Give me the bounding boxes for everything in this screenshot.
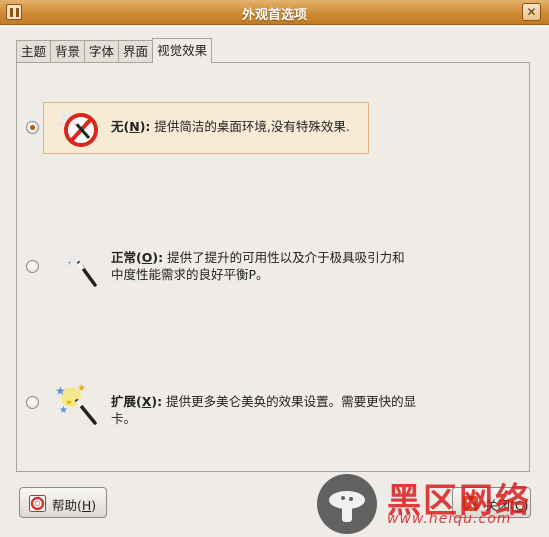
option-none-text: 无(N): 提供简洁的桌面环境,没有特殊效果. — [111, 118, 441, 135]
title-bar[interactable]: 外观首选项 ✕ — [0, 0, 549, 25]
tab-theme[interactable]: 主题 — [16, 40, 51, 63]
radio-extended[interactable] — [26, 396, 39, 409]
window-close-button[interactable]: ✕ — [522, 3, 541, 21]
option-normal-text: 正常(O): 提供了提升的可用性以及介于极具吸引力和 中度性能需求的良好平衡P。 — [111, 249, 441, 283]
window-title: 外观首选项 — [241, 8, 307, 23]
tab-bar: 主题 背景 字体 界面 视觉效果 — [16, 38, 213, 63]
svg-text:★: ★ — [65, 398, 73, 408]
tab-visual-effects[interactable]: 视觉效果 — [152, 38, 213, 63]
radio-none[interactable] — [26, 121, 39, 134]
option-normal-description-line2: 中度性能需求的良好平衡P。 — [111, 267, 269, 282]
tab-background[interactable]: 背景 — [50, 40, 85, 63]
magic-wand-sparkles-icon: ★ ★ ★ ★ — [51, 379, 101, 427]
help-button-label: 帮助(H) — [52, 498, 97, 513]
help-lifebuoy-icon — [29, 495, 46, 512]
svg-text:★: ★ — [77, 383, 86, 394]
option-normal-label: 正常(O): — [111, 250, 164, 265]
option-extended-label: 扩展(X): — [111, 394, 163, 409]
svg-text:✦: ✦ — [67, 260, 72, 267]
option-extended[interactable]: ★ ★ ★ ★ 扩展(X): 提供更多美仑美奂的效果设置。需要更快的显卡。 — [17, 377, 527, 429]
visual-effects-panel: 无(N): 提供简洁的桌面环境,没有特殊效果. ✦ 正常(O): 提供了提升的可… — [16, 62, 530, 472]
svg-text:★: ★ — [55, 384, 66, 398]
option-none-description: 提供简洁的桌面环境,没有特殊效果. — [154, 119, 350, 134]
watermark-logo-icon — [317, 474, 377, 534]
option-extended-text: 扩展(X): 提供更多美仑美奂的效果设置。需要更快的显卡。 — [111, 393, 441, 427]
help-button[interactable]: 帮助(H) — [19, 487, 107, 518]
no-effects-icon — [51, 104, 101, 152]
watermark-url: www.heiqu.com — [387, 511, 512, 527]
watermark: 黑区网络 www.heiqu.com — [315, 471, 549, 537]
option-normal-description-line1: 提供了提升的可用性以及介于极具吸引力和 — [167, 250, 405, 265]
option-normal[interactable]: ✦ 正常(O): 提供了提升的可用性以及介于极具吸引力和 中度性能需求的良好平衡… — [17, 241, 527, 293]
radio-normal[interactable] — [26, 260, 39, 273]
magic-wand-icon: ✦ — [51, 243, 101, 291]
appearance-preferences-window: 外观首选项 ✕ 主题 背景 字体 界面 视觉效果 无(N): 提供简洁的桌面环境… — [0, 0, 549, 537]
tab-interface[interactable]: 界面 — [118, 40, 153, 63]
option-none-label: 无(N): — [111, 119, 151, 134]
option-none[interactable]: 无(N): 提供简洁的桌面环境,没有特殊效果. — [17, 102, 527, 154]
tab-fonts[interactable]: 字体 — [84, 40, 119, 63]
